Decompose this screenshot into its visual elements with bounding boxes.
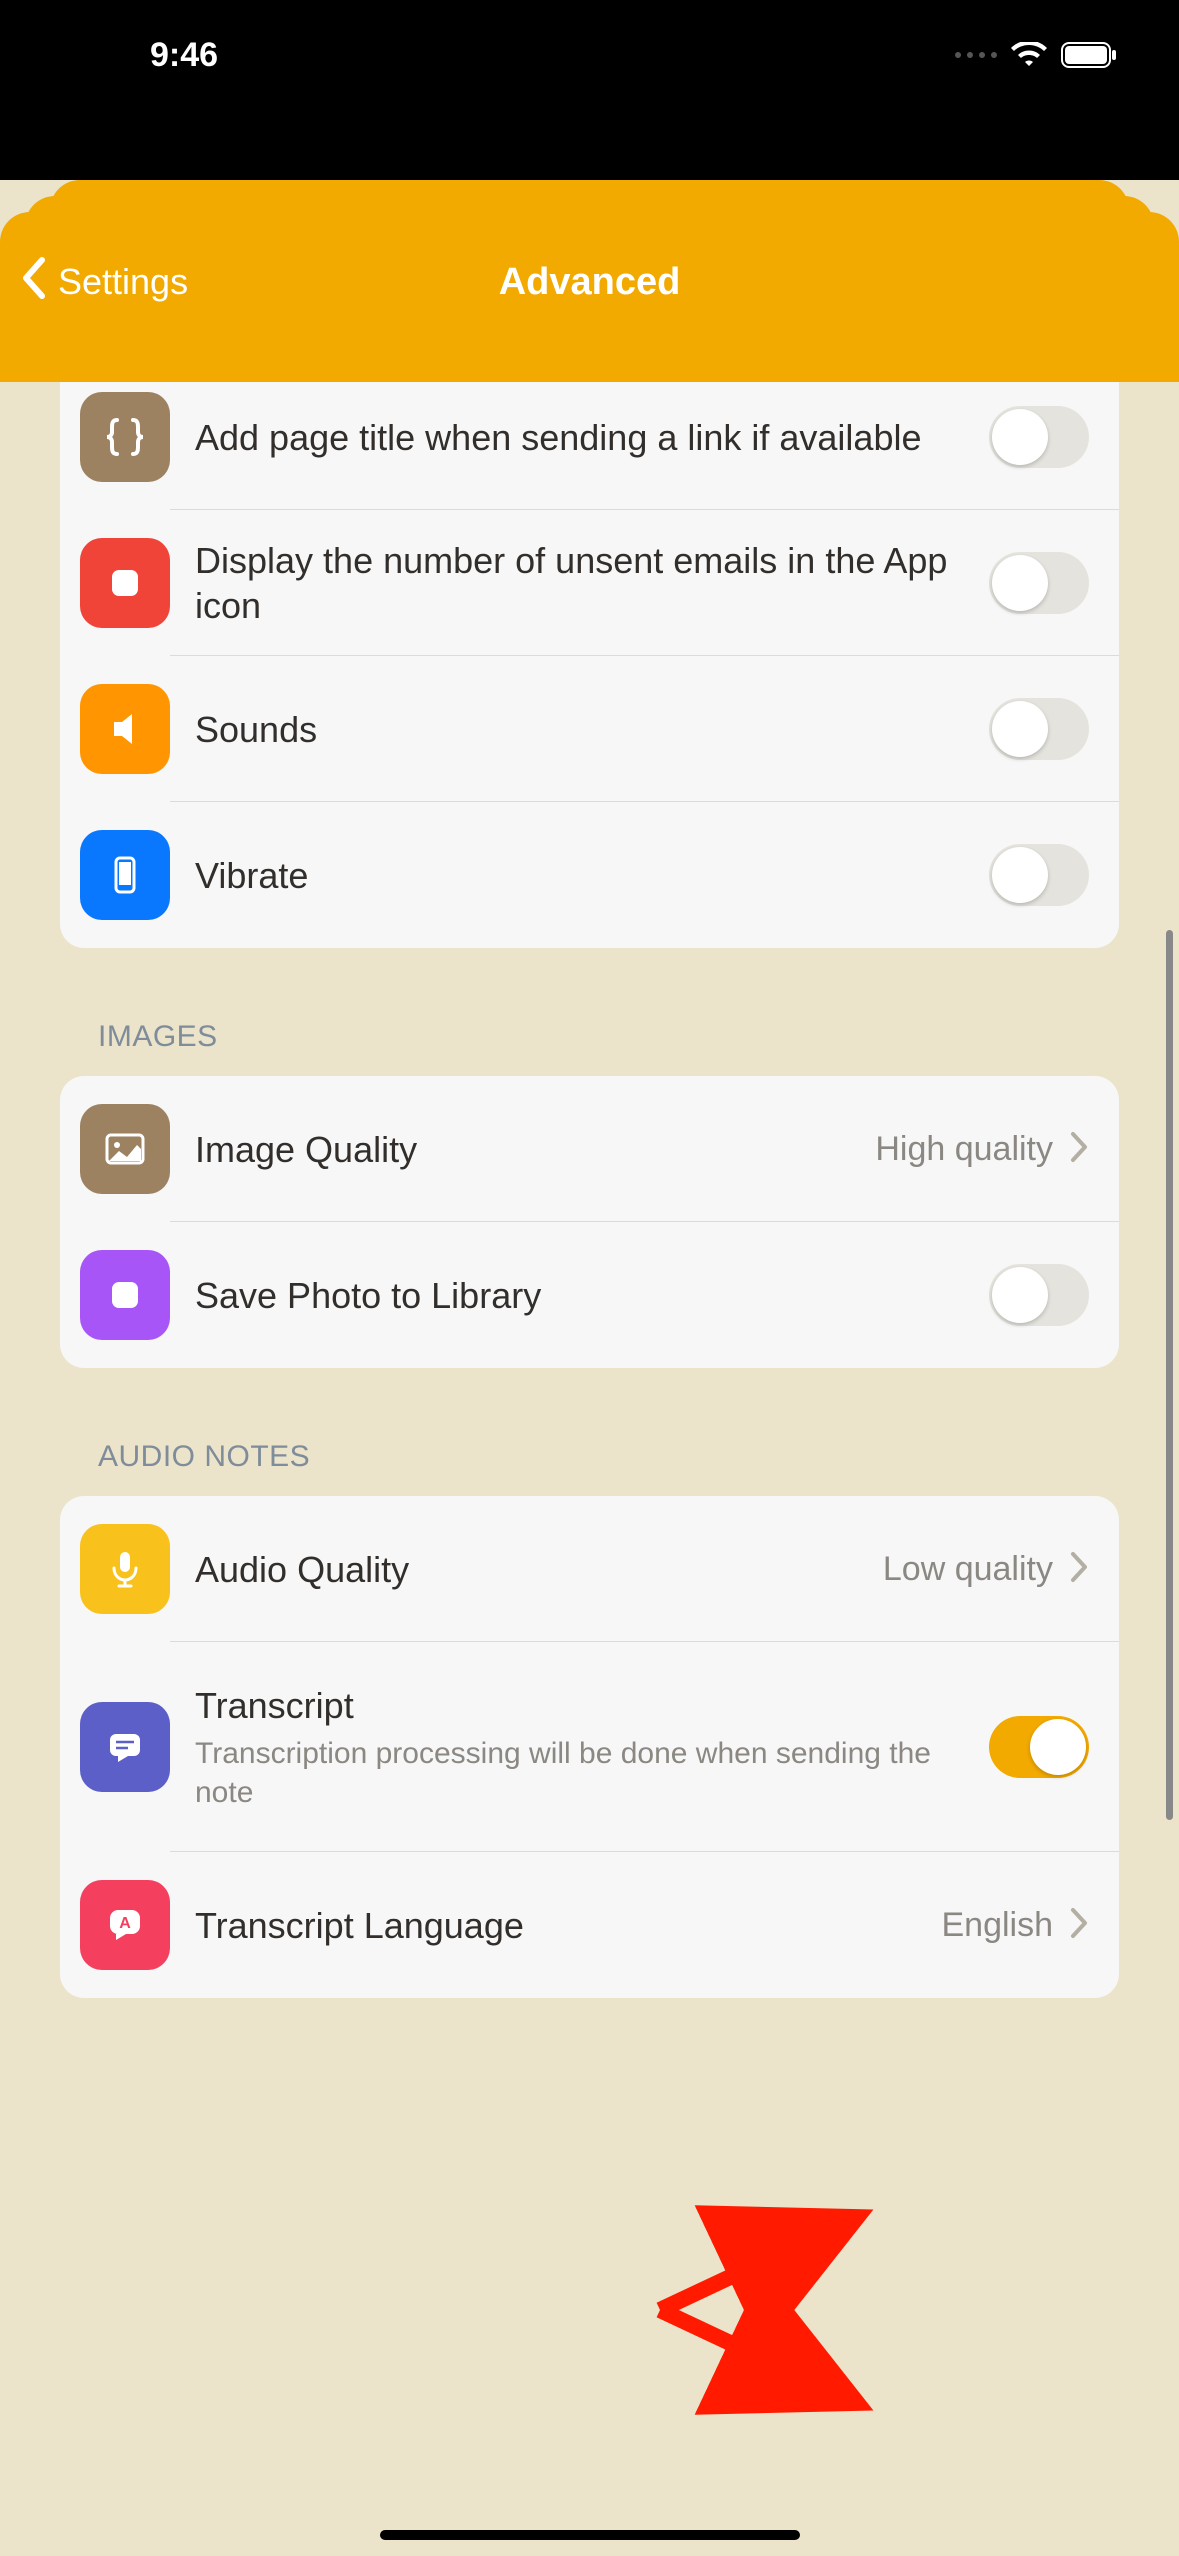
row-unsent-emails-badge[interactable]: Display the number of unsent emails in t…: [60, 510, 1119, 656]
row-title: Display the number of unsent emails in t…: [195, 538, 989, 628]
battery-icon: [1061, 42, 1119, 68]
status-bar: 9:46: [0, 0, 1179, 110]
phone-icon: [80, 830, 170, 920]
chevron-right-icon: [1069, 1130, 1089, 1169]
row-transcript-language[interactable]: A Transcript Language English: [60, 1852, 1119, 1998]
settings-section-general: Add page title when sending a link if av…: [60, 352, 1119, 948]
section-header-audio: AUDIO NOTES: [60, 1418, 1119, 1496]
svg-text:A: A: [119, 1915, 131, 1932]
transcript-icon: [80, 1702, 170, 1792]
section-header-images: IMAGES: [60, 998, 1119, 1076]
row-value: English: [941, 1906, 1053, 1945]
language-icon: A: [80, 1880, 170, 1970]
row-save-photo-library[interactable]: Save Photo to Library: [60, 1222, 1119, 1368]
row-title: Image Quality: [195, 1127, 875, 1172]
status-icons: [955, 42, 1119, 68]
row-subtitle: Transcription processing will be done wh…: [195, 1734, 989, 1812]
status-time: 9:46: [150, 36, 218, 75]
image-icon: [80, 1104, 170, 1194]
toggle-sounds[interactable]: [989, 698, 1089, 760]
row-title: Sounds: [195, 707, 989, 752]
row-value: Low quality: [883, 1550, 1053, 1589]
row-audio-quality[interactable]: Audio Quality Low quality: [60, 1496, 1119, 1642]
toggle-save-photo[interactable]: [989, 1264, 1089, 1326]
chevron-right-icon: [1069, 1906, 1089, 1945]
toggle-add-page-title[interactable]: [989, 406, 1089, 468]
row-title: Save Photo to Library: [195, 1273, 989, 1318]
chevron-left-icon: [20, 256, 48, 309]
row-sounds[interactable]: Sounds: [60, 656, 1119, 802]
row-value: High quality: [875, 1130, 1053, 1169]
wifi-icon: [1011, 42, 1047, 68]
row-image-quality[interactable]: Image Quality High quality: [60, 1076, 1119, 1222]
settings-section-images: Image Quality High quality Save Photo to…: [60, 1076, 1119, 1368]
home-indicator[interactable]: [380, 2530, 800, 2540]
settings-section-audio: Audio Quality Low quality Transcript: [60, 1496, 1119, 1998]
toggle-unsent-badge[interactable]: [989, 552, 1089, 614]
photo-library-icon: [80, 1250, 170, 1340]
row-vibrate[interactable]: Vibrate: [60, 802, 1119, 948]
row-title: Add page title when sending a link if av…: [195, 415, 989, 460]
row-add-page-title[interactable]: Add page title when sending a link if av…: [60, 352, 1119, 510]
app-badge-icon: [80, 538, 170, 628]
cell-dots-icon: [955, 52, 997, 58]
row-transcript[interactable]: Transcript Transcription processing will…: [60, 1642, 1119, 1852]
speaker-icon: [80, 684, 170, 774]
chevron-right-icon: [1069, 1550, 1089, 1589]
main-sheet: Settings Advanced Add page title when se…: [0, 212, 1179, 2556]
microphone-icon: [80, 1524, 170, 1614]
row-title: Vibrate: [195, 853, 989, 898]
toggle-vibrate[interactable]: [989, 844, 1089, 906]
row-title: Audio Quality: [195, 1547, 883, 1592]
braces-icon: [80, 392, 170, 482]
back-button[interactable]: Settings: [20, 256, 188, 309]
back-label: Settings: [58, 261, 188, 303]
row-title: Transcript Language: [195, 1903, 941, 1948]
scroll-indicator[interactable]: [1166, 930, 1173, 1820]
row-title: Transcript: [195, 1683, 989, 1728]
toggle-transcript[interactable]: [989, 1716, 1089, 1778]
